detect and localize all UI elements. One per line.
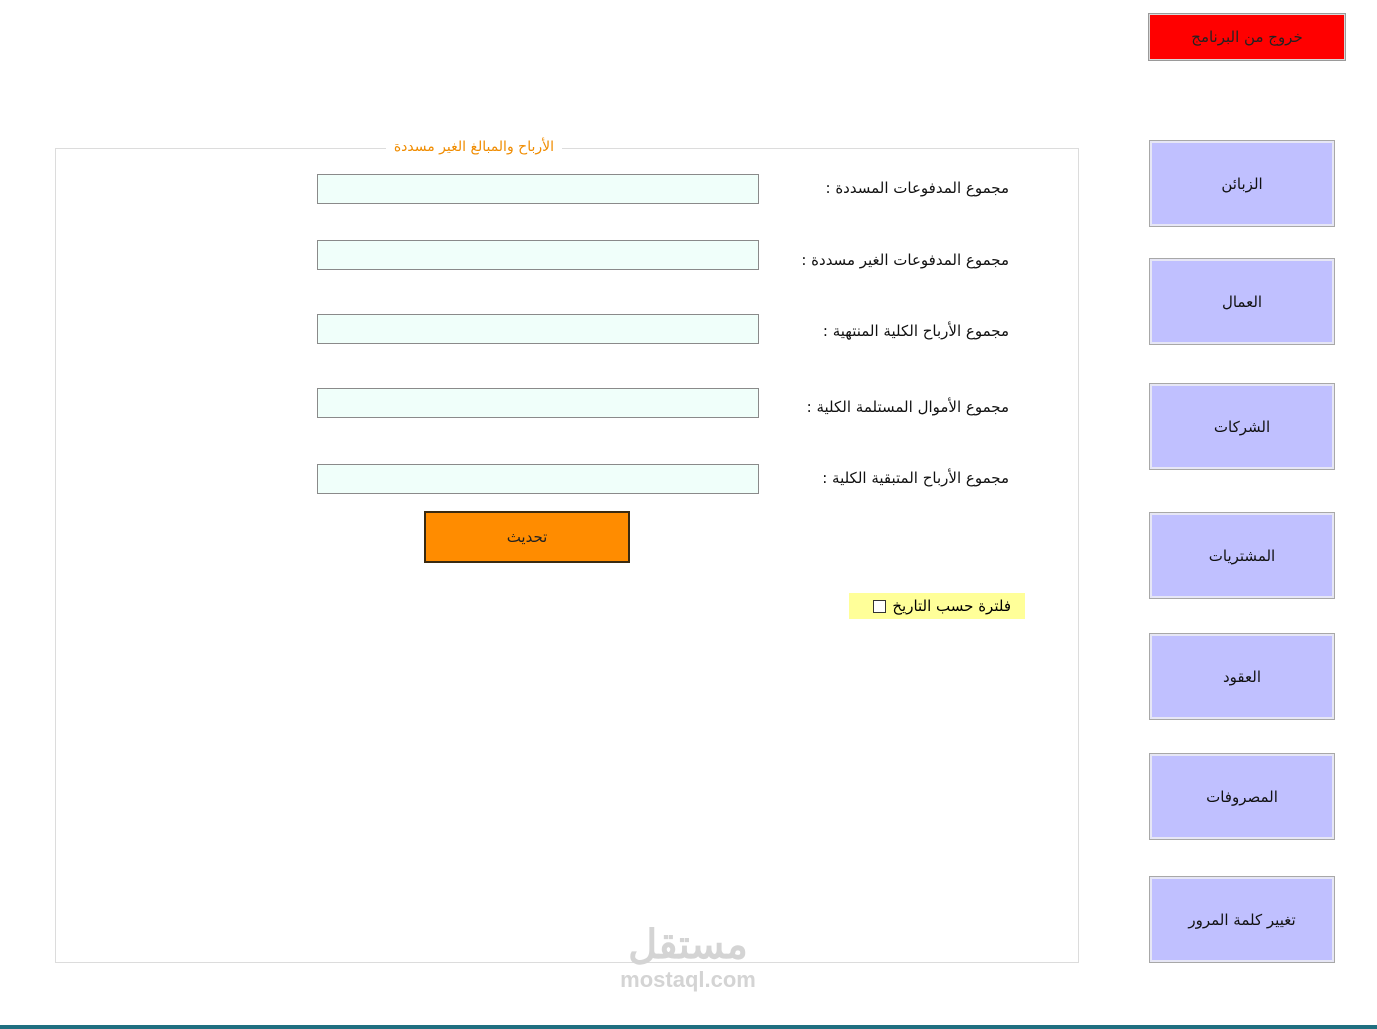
nav-button-label: تغيير كلمة المرور bbox=[1188, 910, 1296, 929]
nav-button-change-password[interactable]: تغيير كلمة المرور bbox=[1149, 876, 1335, 963]
nav-button-label: العمال bbox=[1221, 292, 1263, 311]
nav-button-label: الشركات bbox=[1213, 417, 1271, 436]
mostaql-watermark: مستقل mostaql.com bbox=[588, 922, 788, 992]
profits-group-title: الأرباح والمبالغ الغير مسددة bbox=[385, 139, 562, 155]
date-filter-checkbox[interactable]: فلترة حسب التاريخ bbox=[849, 593, 1025, 619]
watermark-arabic: مستقل bbox=[628, 923, 748, 967]
received-money-total-field[interactable] bbox=[317, 388, 759, 418]
update-button-label: تحديث bbox=[506, 528, 548, 546]
nav-button-expenses[interactable]: المصروفات bbox=[1149, 753, 1335, 840]
window-bottom-border bbox=[0, 1025, 1377, 1029]
remaining-profits-total-label: مجموع الأرباح المتبقية الكلية : bbox=[822, 469, 1009, 487]
checkbox-box[interactable] bbox=[873, 599, 887, 613]
nav-button-customers[interactable]: الزبائن bbox=[1149, 140, 1335, 227]
received-money-total-label: مجموع الأموال المستلمة الكلية : bbox=[806, 398, 1009, 416]
nav-button-label: المصروفات bbox=[1206, 787, 1278, 806]
paid-payments-total-field[interactable] bbox=[317, 174, 759, 204]
nav-button-purchases[interactable]: المشتريات bbox=[1149, 512, 1335, 599]
update-button[interactable]: تحديث bbox=[424, 511, 630, 563]
nav-button-label: العقود bbox=[1223, 667, 1261, 686]
remaining-profits-total-field[interactable] bbox=[317, 464, 759, 494]
completed-profits-total-field[interactable] bbox=[317, 314, 759, 344]
exit-program-button[interactable]: خروج من البرنامج bbox=[1148, 13, 1346, 61]
exit-program-label: خروج من البرنامج bbox=[1191, 28, 1303, 46]
nav-button-label: المشتريات bbox=[1208, 546, 1276, 565]
unpaid-payments-total-label: مجموع المدفوعات الغير مسددة : bbox=[801, 251, 1009, 269]
nav-button-workers[interactable]: العمال bbox=[1149, 258, 1335, 345]
nav-button-contracts[interactable]: العقود bbox=[1149, 633, 1335, 720]
paid-payments-total-label: مجموع المدفوعات المسددة : bbox=[825, 179, 1010, 197]
nav-button-label: الزبائن bbox=[1221, 174, 1263, 193]
completed-profits-total-label: مجموع الأرباح الكلية المنتهية : bbox=[822, 322, 1009, 340]
nav-button-companies[interactable]: الشركات bbox=[1149, 383, 1335, 470]
unpaid-payments-total-field[interactable] bbox=[317, 240, 759, 270]
watermark-latin: mostaql.com bbox=[620, 967, 756, 992]
date-filter-label: فلترة حسب التاريخ bbox=[892, 597, 1011, 615]
